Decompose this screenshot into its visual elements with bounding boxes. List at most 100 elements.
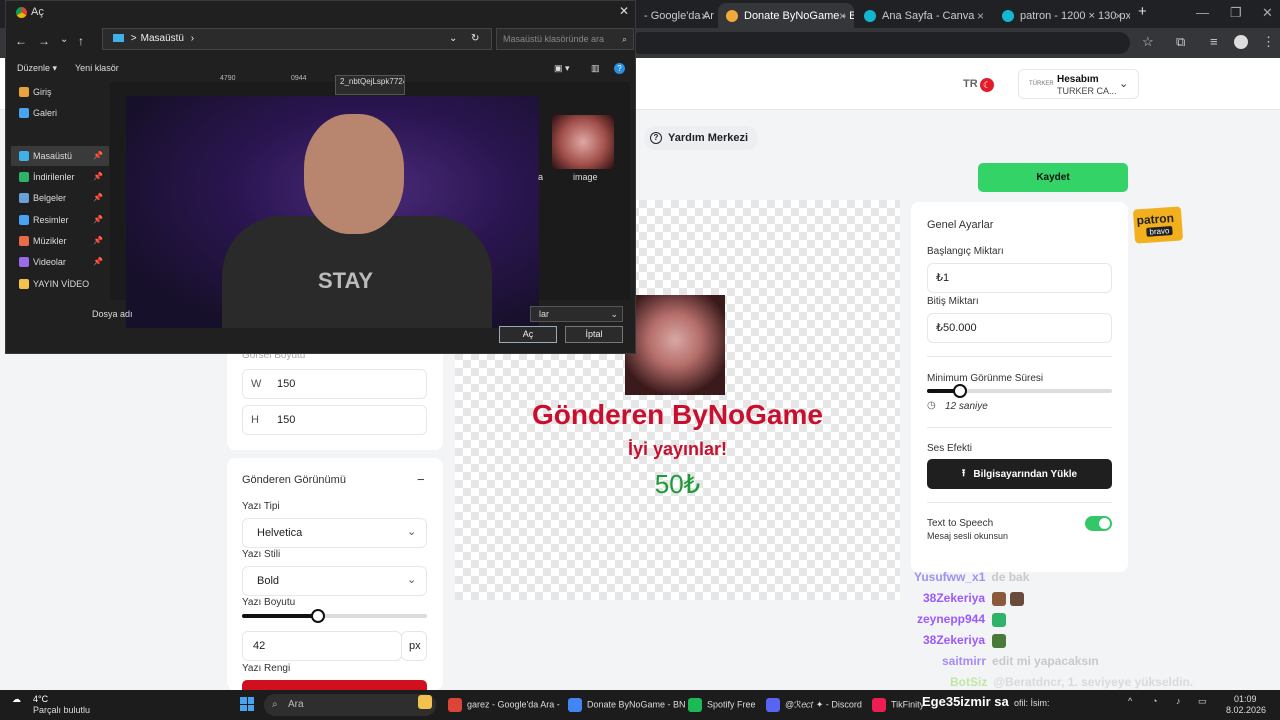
taskbar-app[interactable]: garez - Google'da Ara - (448, 698, 560, 712)
font-select[interactable]: Helvetica (242, 518, 427, 548)
wifi-icon[interactable]: ◔ (1152, 696, 1157, 706)
reading-list-icon[interactable]: ≡ (1210, 34, 1218, 49)
path-chevron-icon: › (190, 33, 195, 44)
view-options-icon[interactable]: ▣ ▾ (554, 63, 570, 74)
minimize-icon[interactable]: — (1196, 5, 1209, 20)
width-prefix: W (251, 378, 262, 390)
tab-donate[interactable]: Donate ByNoGame - BN × (718, 3, 854, 28)
upload-label: Bilgisayarından Yükle (973, 468, 1078, 480)
font-label: Yazı Tipi (242, 501, 280, 512)
new-folder-button[interactable]: Yeni klasör (75, 63, 119, 73)
account-menu[interactable]: TÜRKER Hesabım TURKER CA... ⌄ (1018, 69, 1139, 99)
extensions-icon[interactable]: ⧉ (1176, 34, 1185, 50)
open-button[interactable]: Aç (499, 326, 557, 343)
collapse-icon[interactable]: − (417, 472, 425, 487)
up-icon[interactable]: ↑ (78, 34, 84, 48)
close-tab-icon[interactable]: × (1115, 9, 1122, 23)
taskbar-app[interactable]: TikFinity (872, 698, 924, 712)
size-unit: px (401, 631, 427, 661)
patron-logo-subtext: bravo (1146, 226, 1173, 237)
end-amount-label: Bitiş Miktarı (927, 296, 979, 307)
help-center-button[interactable]: ? Yardım Merkezi (644, 126, 759, 150)
emote-icon (992, 612, 1007, 627)
chat-message: Yusufww_x1 de bak (914, 570, 1029, 588)
language-selector[interactable]: TR (963, 78, 978, 90)
size-slider-thumb[interactable] (310, 609, 325, 623)
filename-label: Dosya adı (92, 309, 133, 319)
preview-pane-icon[interactable]: ▥ (591, 63, 600, 74)
height-input[interactable]: H 150 (242, 405, 427, 435)
tab-google[interactable]: - Google'da Ar × (636, 3, 716, 28)
close-icon[interactable]: ✕ (619, 4, 629, 18)
file-thumbnail-image[interactable] (552, 115, 614, 169)
tray-chevron-icon[interactable]: ^ (1128, 696, 1132, 706)
clock-date[interactable]: 8.02.2026 (1226, 705, 1266, 715)
upload-from-computer-button[interactable]: ⭱ Bilgisayarından Yükle (927, 459, 1112, 489)
account-logo: TÜRKER (1029, 81, 1054, 87)
path-text: Masaüstü (140, 33, 184, 44)
tts-toggle[interactable] (1085, 516, 1112, 531)
file-label[interactable]: image (573, 172, 598, 182)
account-name: TURKER CA... (1057, 86, 1117, 96)
tab-patron[interactable]: patron - 1200 × 130 px × (994, 3, 1130, 28)
refresh-icon[interactable]: ↻ (471, 29, 479, 49)
chevron-down-icon[interactable]: ⌄ (60, 34, 68, 45)
upload-icon: ⭱ (961, 467, 966, 479)
alert-amount: 50₺ (654, 469, 701, 499)
patron-logo: patron bravo (1132, 206, 1184, 244)
speaker-icon[interactable]: ♪ (1176, 696, 1181, 706)
style-select[interactable]: Bold (242, 566, 427, 596)
file-label-partial: a (538, 172, 544, 182)
forward-icon[interactable]: → (38, 34, 50, 48)
favicon-icon (864, 9, 876, 22)
close-tab-icon[interactable]: × (977, 9, 984, 23)
path-bar[interactable]: > Masaüstü › ⌄ ↻ (102, 28, 492, 50)
save-button[interactable]: Kaydet (978, 163, 1128, 192)
close-tab-icon[interactable]: × (839, 9, 846, 23)
chevron-down-icon[interactable]: ⌄ (449, 29, 457, 49)
tab-canva[interactable]: Ana Sayfa - Canva × (856, 3, 992, 28)
taskbar-app[interactable]: @ℛ𝑒𝑐𝑡 ✦ - Discord (766, 698, 862, 712)
cancel-button[interactable]: İptal (565, 326, 623, 343)
chat-message: 38Zekeriya (923, 591, 1025, 609)
new-tab-button[interactable]: + (1138, 3, 1147, 20)
battery-icon[interactable]: ▭ (1198, 696, 1207, 707)
help-icon[interactable]: ? (614, 63, 625, 74)
clock-time[interactable]: 01:09 (1234, 694, 1257, 704)
back-icon[interactable]: ← (15, 34, 27, 48)
sender-heading: Gönderen Görünümü (242, 474, 346, 486)
streamer-head (304, 114, 404, 234)
menu-icon[interactable]: ⋮ (1262, 34, 1275, 50)
organize-menu[interactable]: Düzenle ▾ (17, 63, 57, 74)
file-explorer-icon[interactable] (418, 695, 437, 709)
profile-avatar[interactable] (1234, 35, 1248, 49)
file-type-filter[interactable]: lar ⌄ (530, 306, 623, 322)
taskbar-app[interactable]: Spotify Free (688, 698, 756, 712)
chevron-down-icon: ⌄ (407, 526, 417, 538)
chevron-down-icon: ⌄ (610, 309, 618, 319)
spotify-icon (688, 698, 702, 712)
chat-message: saitmirr edit mi yapacaksın (942, 654, 1099, 672)
maximize-icon[interactable]: ❐ (1230, 5, 1242, 21)
size-input[interactable]: 42 (242, 631, 402, 661)
close-window-icon[interactable]: ✕ (1262, 5, 1273, 21)
chrome-icon (448, 698, 462, 712)
bookmark-star-icon[interactable]: ☆ (1142, 34, 1154, 50)
width-input[interactable]: W 150 (242, 369, 427, 399)
end-amount-input[interactable]: ₺50.000 (927, 313, 1112, 343)
dialog-search-input[interactable]: Masaüstü klasöründe ara ⌕ (496, 28, 634, 50)
windows-start-icon[interactable] (240, 697, 254, 711)
path-separator: > (130, 33, 137, 44)
chevron-down-icon: ⌄ (407, 574, 417, 586)
start-amount-input[interactable]: ₺1 (927, 263, 1112, 293)
taskbar-app-label: garez - Google'da Ara - (467, 699, 560, 710)
taskbar-search[interactable]: ⌕ Ara (264, 694, 436, 716)
taskbar-app[interactable]: Donate ByNoGame - BN (568, 698, 686, 712)
weather-icon: ☁ (12, 694, 21, 704)
close-tab-icon[interactable]: × (701, 9, 708, 23)
turkey-flag-icon[interactable]: ☾ (980, 78, 994, 92)
weather-desc[interactable]: Parçalı bulutlu (33, 705, 90, 715)
chat-username: 38Zekeriya (923, 591, 986, 605)
weather-temp[interactable]: 4°C (33, 694, 48, 704)
address-bar[interactable] (630, 32, 1130, 54)
